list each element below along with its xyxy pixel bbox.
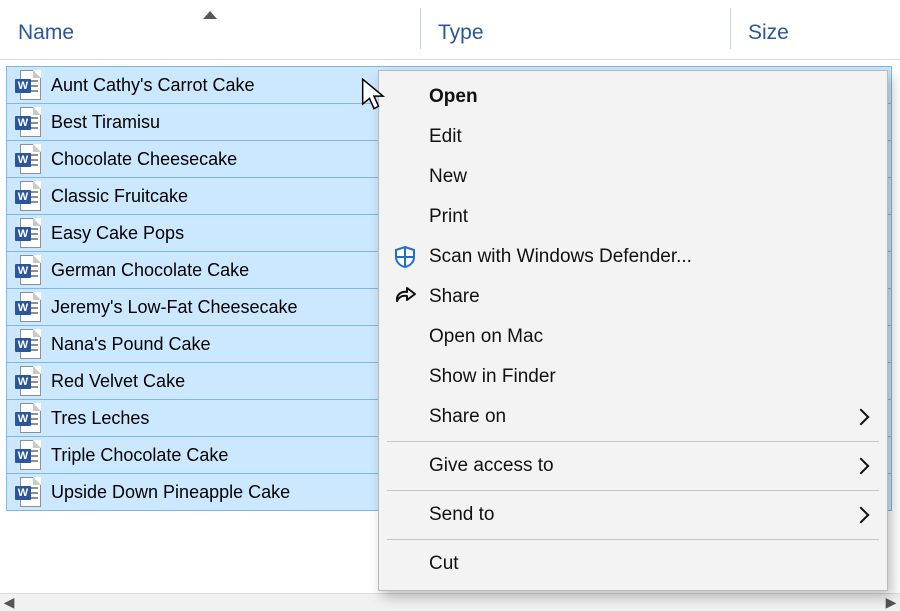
- column-header-size-label: Size: [748, 21, 789, 44]
- context-menu: Open Edit New Print Scan with Windows De…: [378, 70, 888, 591]
- word-document-icon: W: [15, 255, 41, 285]
- menu-scan-defender-label: Scan with Windows Defender...: [429, 246, 692, 268]
- word-document-icon: W: [15, 181, 41, 211]
- file-name-label: Chocolate Cheesecake: [51, 149, 237, 170]
- menu-send-to[interactable]: Send to: [381, 495, 885, 535]
- file-name-label: Nana's Pound Cake: [51, 334, 211, 355]
- file-name-label: Best Tiramisu: [51, 112, 160, 133]
- file-name-label: Jeremy's Low-Fat Cheesecake: [51, 297, 298, 318]
- column-header-name-label: Name: [18, 21, 74, 44]
- column-header-size[interactable]: Size: [730, 21, 900, 45]
- sort-ascending-icon: [203, 11, 217, 19]
- menu-edit-label: Edit: [429, 126, 462, 148]
- menu-scan-defender[interactable]: Scan with Windows Defender...: [381, 237, 885, 277]
- menu-separator: [387, 441, 879, 442]
- menu-print-label: Print: [429, 206, 468, 228]
- menu-show-in-finder[interactable]: Show in Finder: [381, 357, 885, 397]
- menu-print[interactable]: Print: [381, 197, 885, 237]
- menu-cut[interactable]: Cut: [381, 544, 885, 584]
- word-document-icon: W: [15, 329, 41, 359]
- column-headers-row: Name Type Size: [0, 0, 900, 60]
- menu-cut-label: Cut: [429, 553, 459, 575]
- word-document-icon: W: [15, 440, 41, 470]
- menu-separator: [387, 490, 879, 491]
- column-header-name[interactable]: Name: [0, 21, 420, 45]
- menu-new-label: New: [429, 166, 467, 188]
- menu-new[interactable]: New: [381, 157, 885, 197]
- menu-give-access-to[interactable]: Give access to: [381, 446, 885, 486]
- file-name-label: Classic Fruitcake: [51, 186, 188, 207]
- menu-open-on-mac-label: Open on Mac: [429, 326, 543, 348]
- word-document-icon: W: [15, 70, 41, 100]
- word-document-icon: W: [15, 403, 41, 433]
- menu-share-label: Share: [429, 286, 480, 308]
- file-name-label: Upside Down Pineapple Cake: [51, 482, 290, 503]
- submenu-chevron-icon: [853, 458, 870, 475]
- file-name-label: Easy Cake Pops: [51, 223, 184, 244]
- defender-shield-icon: [393, 245, 417, 269]
- word-document-icon: W: [15, 218, 41, 248]
- menu-share-on-label: Share on: [429, 406, 506, 428]
- submenu-chevron-icon: [853, 409, 870, 426]
- word-document-icon: W: [15, 477, 41, 507]
- menu-show-in-finder-label: Show in Finder: [429, 366, 556, 388]
- menu-separator: [387, 539, 879, 540]
- menu-edit[interactable]: Edit: [381, 117, 885, 157]
- word-document-icon: W: [15, 144, 41, 174]
- word-document-icon: W: [15, 107, 41, 137]
- file-name-label: Aunt Cathy's Carrot Cake: [51, 75, 255, 96]
- menu-open[interactable]: Open: [381, 77, 885, 117]
- menu-share-on[interactable]: Share on: [381, 397, 885, 437]
- submenu-chevron-icon: [853, 507, 870, 524]
- scroll-left-arrow-icon[interactable]: ◀: [0, 594, 18, 611]
- file-name-label: Tres Leches: [51, 408, 149, 429]
- scroll-right-arrow-icon[interactable]: ▶: [882, 594, 900, 611]
- menu-share[interactable]: Share: [381, 277, 885, 317]
- column-header-type[interactable]: Type: [420, 21, 730, 45]
- menu-send-to-label: Send to: [429, 504, 495, 526]
- share-arrow-icon: [393, 285, 417, 309]
- horizontal-scrollbar[interactable]: ◀ ▶: [0, 593, 900, 611]
- file-name-label: Triple Chocolate Cake: [51, 445, 228, 466]
- menu-open-label: Open: [429, 86, 478, 108]
- word-document-icon: W: [15, 366, 41, 396]
- menu-open-on-mac[interactable]: Open on Mac: [381, 317, 885, 357]
- menu-give-access-to-label: Give access to: [429, 455, 554, 477]
- file-name-label: Red Velvet Cake: [51, 371, 185, 392]
- column-header-type-label: Type: [438, 21, 484, 44]
- word-document-icon: W: [15, 292, 41, 322]
- file-name-label: German Chocolate Cake: [51, 260, 249, 281]
